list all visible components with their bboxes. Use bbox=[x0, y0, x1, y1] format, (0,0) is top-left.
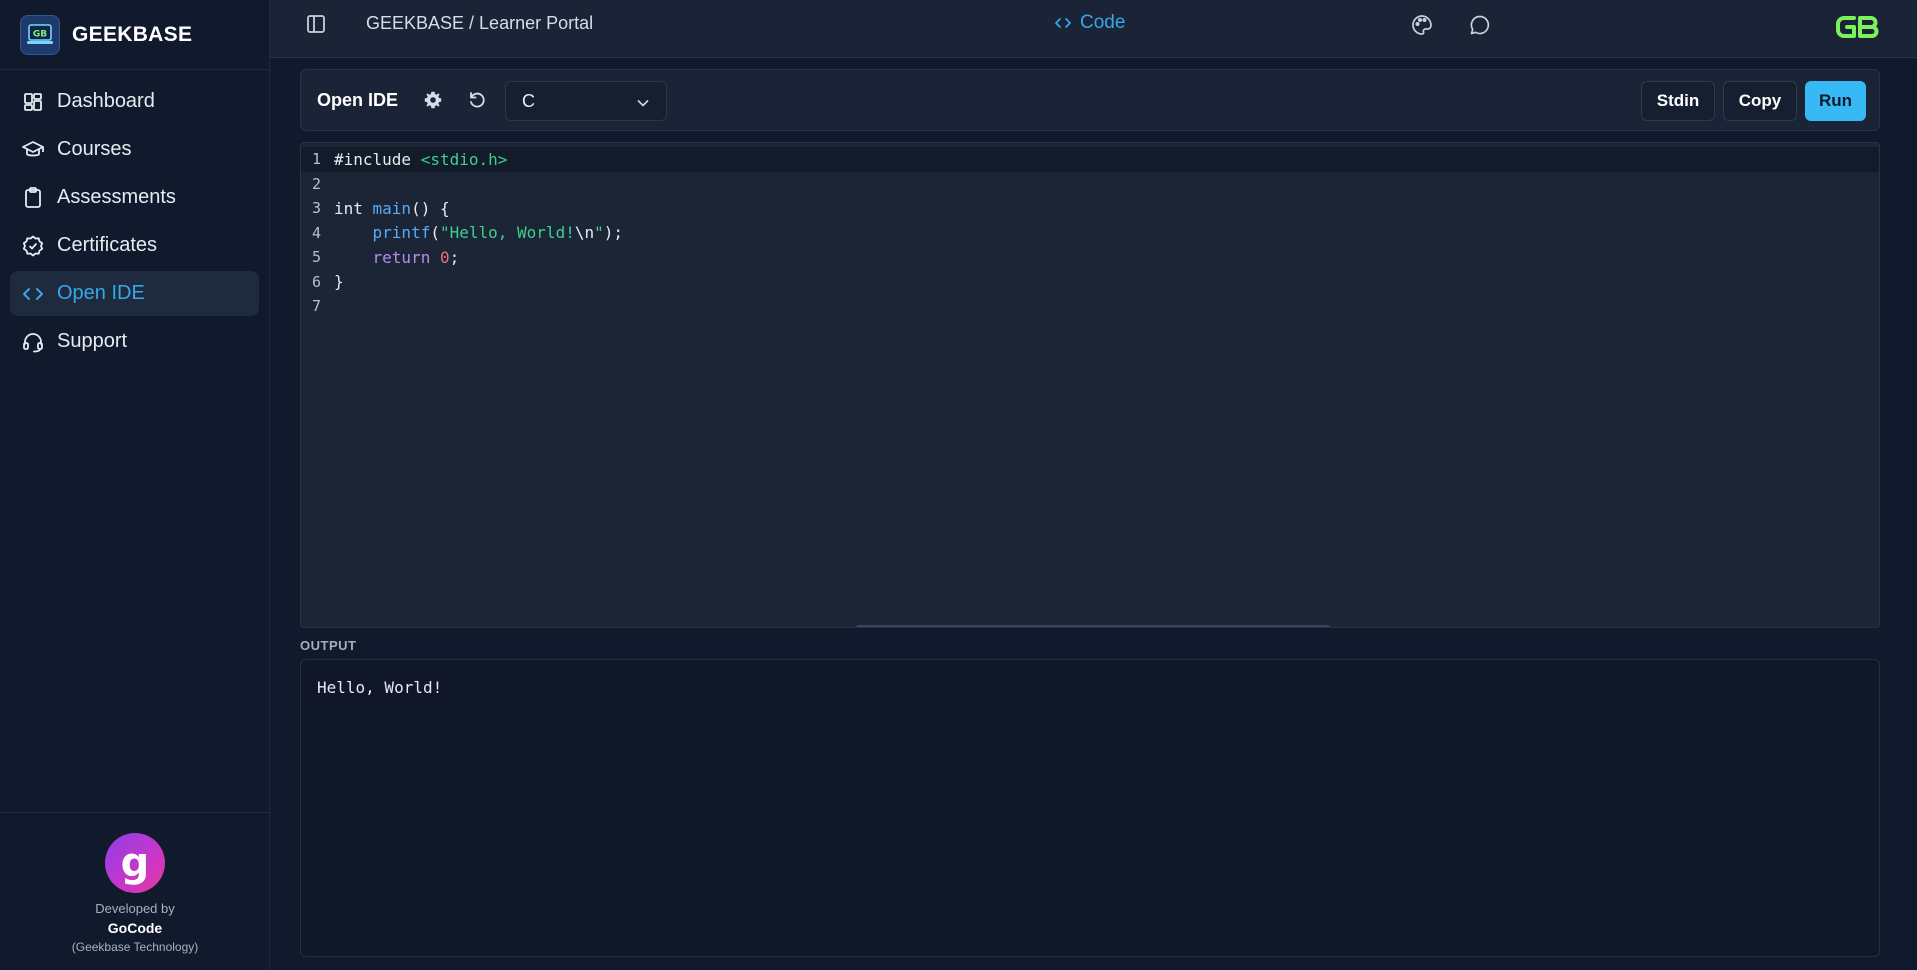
code-icon bbox=[22, 283, 44, 305]
sidebar-nav: Dashboard Courses Assessments Certificat… bbox=[0, 70, 269, 376]
sidebar-item-label: Dashboard bbox=[57, 90, 155, 112]
sidebar-item-dashboard[interactable]: Dashboard bbox=[10, 79, 259, 124]
sidebar-item-assessments[interactable]: Assessments bbox=[10, 175, 259, 220]
topbar: GEEKBASE / Learner Portal Code bbox=[270, 0, 1917, 58]
stdin-button[interactable]: Stdin bbox=[1641, 81, 1715, 121]
code-token: ); bbox=[603, 223, 623, 243]
sidebar-item-courses[interactable]: Courses bbox=[10, 127, 259, 172]
settings-gear-icon[interactable] bbox=[421, 88, 445, 112]
chat-icon[interactable] bbox=[1467, 12, 1493, 38]
sidebar: GB GEEKBASE Dashboard Courses Assessment… bbox=[0, 0, 270, 970]
sidebar-toggle-icon[interactable] bbox=[306, 14, 328, 36]
ide-toolbar: Open IDE C Stdin Copy Run bbox=[300, 69, 1880, 131]
code-token: int bbox=[334, 198, 373, 218]
developer-credit: g Developed by GoCode (Geekbase Technolo… bbox=[0, 812, 270, 970]
chevron-down-icon bbox=[636, 94, 650, 115]
output-panel: Hello, World! bbox=[300, 659, 1880, 957]
code-token: 0 bbox=[439, 247, 450, 267]
developed-by-label: Developed by bbox=[95, 901, 175, 916]
brand[interactable]: GB GEEKBASE bbox=[0, 0, 269, 70]
code-icon bbox=[1055, 18, 1071, 28]
language-select[interactable]: C bbox=[505, 81, 667, 121]
palette-icon[interactable] bbox=[1409, 12, 1435, 38]
code-line[interactable]: 4 printf("Hello, World! \n "); bbox=[301, 221, 1879, 246]
code-token: } bbox=[334, 272, 344, 292]
laptop-gb-logo-icon: GB bbox=[20, 14, 60, 55]
code-token: \n bbox=[574, 223, 595, 243]
code-token: printf bbox=[372, 223, 431, 243]
code-token: #include bbox=[334, 149, 421, 169]
sidebar-item-label: Certificates bbox=[57, 234, 158, 256]
code-line[interactable]: 1 #include <stdio.h> bbox=[301, 147, 1879, 172]
line-number: 2 bbox=[311, 174, 321, 193]
svg-text:GB: GB bbox=[33, 29, 47, 39]
code-line[interactable]: 2 bbox=[301, 172, 1879, 197]
code-line[interactable]: 3 int main() { bbox=[301, 196, 1879, 221]
sidebar-item-label: Courses bbox=[57, 138, 132, 160]
code-token: "Hello, World! bbox=[439, 223, 575, 243]
line-number: 1 bbox=[311, 150, 321, 169]
code-token: ; bbox=[449, 247, 460, 267]
code-line[interactable]: 7 bbox=[301, 294, 1879, 319]
gocode-logo-icon: g bbox=[105, 833, 165, 893]
code-line[interactable]: 5 return 0; bbox=[301, 245, 1879, 270]
code-line[interactable]: 6} bbox=[301, 270, 1879, 295]
line-number: 3 bbox=[311, 199, 321, 218]
clipboard-icon bbox=[22, 186, 44, 209]
code-token: main bbox=[372, 198, 412, 218]
headset-icon bbox=[22, 331, 44, 353]
reset-icon[interactable] bbox=[465, 88, 489, 112]
code-token: () { bbox=[411, 198, 450, 218]
language-select-value: C bbox=[522, 90, 535, 111]
tab-code-label: Code bbox=[1080, 12, 1126, 33]
sidebar-item-open-ide[interactable]: Open IDE bbox=[10, 271, 259, 316]
code-token: <stdio.h> bbox=[420, 149, 508, 169]
graduation-cap-icon bbox=[22, 139, 44, 161]
gb-logo-icon[interactable] bbox=[1834, 6, 1882, 46]
code-token: ( bbox=[430, 223, 440, 243]
run-button[interactable]: Run bbox=[1805, 81, 1866, 121]
dashboard-icon bbox=[22, 91, 44, 113]
code-token: " bbox=[594, 223, 604, 243]
developer-name: GoCode bbox=[107, 920, 163, 936]
tab-code[interactable]: Code bbox=[1054, 12, 1125, 34]
sidebar-item-support[interactable]: Support bbox=[10, 319, 259, 364]
line-number: 6 bbox=[311, 272, 321, 291]
line-number: 7 bbox=[311, 297, 321, 316]
sidebar-item-label: Assessments bbox=[57, 186, 176, 208]
page-title: Open IDE bbox=[317, 90, 399, 110]
sidebar-item-certificates[interactable]: Certificates bbox=[10, 223, 259, 268]
breadcrumb: GEEKBASE / Learner Portal bbox=[366, 13, 594, 33]
horizontal-scrollbar[interactable] bbox=[856, 625, 1330, 627]
code-token: return bbox=[372, 247, 431, 267]
copy-button[interactable]: Copy bbox=[1723, 81, 1797, 121]
code-lines: 1 #include <stdio.h> 2 3 int main() { 4 print… bbox=[301, 143, 1879, 319]
sidebar-item-label: Support bbox=[57, 330, 128, 352]
sidebar-item-label: Open IDE bbox=[57, 282, 145, 304]
code-editor[interactable]: 1 #include <stdio.h> 2 3 int main() { 4 print… bbox=[300, 142, 1880, 628]
line-number: 5 bbox=[311, 248, 321, 267]
output-label: OUTPUT bbox=[300, 638, 357, 653]
badge-check-icon bbox=[22, 235, 44, 257]
brand-name: GEEKBASE bbox=[72, 22, 193, 46]
line-number: 4 bbox=[311, 223, 321, 242]
developer-organization: (Geekbase Technology) bbox=[71, 940, 199, 954]
